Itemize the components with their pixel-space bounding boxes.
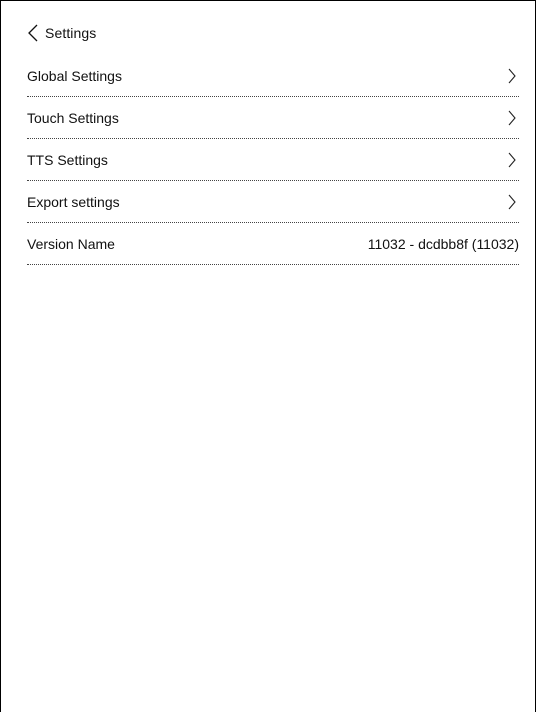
page-title: Settings	[45, 25, 97, 41]
chevron-right-icon	[507, 68, 517, 84]
chevron-right-icon	[507, 194, 517, 210]
chevron-left-icon	[27, 24, 39, 42]
version-row: Version Name 11032 - dcdbb8f (11032)	[27, 223, 519, 265]
chevron-right-icon	[507, 152, 517, 168]
settings-item-touch[interactable]: Touch Settings	[27, 97, 519, 139]
chevron-right-icon	[507, 110, 517, 126]
settings-list: Global Settings Touch Settings TTS Setti…	[27, 55, 519, 265]
back-button[interactable]: Settings	[27, 23, 96, 43]
version-label: Version Name	[27, 235, 115, 252]
settings-item-tts[interactable]: TTS Settings	[27, 139, 519, 181]
settings-item-global[interactable]: Global Settings	[27, 55, 519, 97]
settings-item-label: Export settings	[27, 193, 120, 210]
settings-item-export[interactable]: Export settings	[27, 181, 519, 223]
settings-item-label: TTS Settings	[27, 151, 108, 168]
settings-item-label: Global Settings	[27, 67, 122, 84]
settings-screen: Settings Global Settings Touch Settings …	[0, 0, 536, 712]
settings-item-label: Touch Settings	[27, 109, 119, 126]
version-value: 11032 - dcdbb8f (11032)	[367, 235, 519, 252]
